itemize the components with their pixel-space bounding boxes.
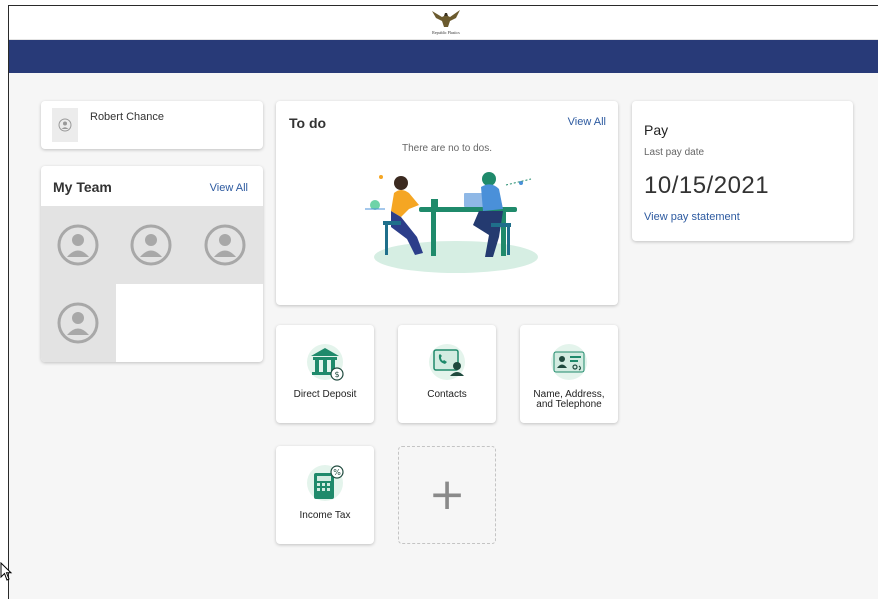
team-member-avatar-icon[interactable] (57, 302, 99, 344)
team-view-all-link[interactable]: View All (210, 182, 248, 194)
todo-card: To do View All There are no to dos. (276, 101, 618, 305)
profile-name: Robert Chance (90, 111, 164, 123)
team-title: My Team (53, 179, 112, 195)
income-tax-tile[interactable]: % Income Tax (276, 446, 374, 544)
last-pay-date-label: Last pay date (644, 147, 705, 158)
tile-label: Direct Deposit (293, 389, 357, 400)
tile-label: Contacts (427, 389, 467, 400)
people-at-table-illustration (365, 172, 538, 273)
name-address-telephone-tile[interactable]: Name, Address, and Telephone (520, 325, 618, 423)
last-pay-date: 10/15/2021 (644, 172, 770, 199)
contacts-tile[interactable]: Contacts (398, 325, 496, 423)
mouse-pointer-icon (0, 562, 13, 581)
todo-title: To do (289, 115, 327, 131)
todo-empty-message: There are no to dos. (401, 143, 493, 154)
pay-card: Pay Last pay date 10/15/2021 View pay st… (632, 101, 853, 241)
svg-text:$: $ (334, 370, 339, 379)
logo-text: Republic Plastics (432, 30, 460, 35)
svg-text:%: % (333, 468, 341, 477)
pay-title: Pay (644, 122, 669, 138)
team-member-avatar-icon[interactable] (57, 224, 99, 266)
team-row (41, 284, 116, 362)
tile-label: Income Tax (299, 510, 351, 521)
bank-dollar-icon: $ (307, 344, 344, 381)
company-logo[interactable]: Republic Plastics (428, 8, 464, 38)
navigation-band (9, 40, 878, 73)
user-avatar-icon (58, 118, 72, 132)
app-window: Republic Plastics Robert Chance My Team … (8, 5, 878, 599)
plus-icon: + (428, 469, 466, 520)
team-member-avatar-icon[interactable] (204, 224, 246, 266)
view-pay-statement-link[interactable]: View pay statement (644, 211, 740, 223)
team-row (41, 206, 263, 284)
tile-label: Name, Address, and Telephone (533, 389, 605, 410)
top-bar: Republic Plastics (9, 6, 878, 40)
direct-deposit-tile[interactable]: $ Direct Deposit (276, 325, 374, 423)
team-member-avatar-icon[interactable] (130, 224, 172, 266)
contacts-phone-icon (429, 344, 465, 380)
my-team-card: My Team View All (41, 166, 263, 362)
avatar (52, 108, 78, 142)
eagle-logo-icon (432, 10, 460, 27)
id-card-icon (551, 344, 587, 380)
calculator-percent-icon: % (307, 465, 344, 501)
todo-view-all-link[interactable]: View All (568, 116, 606, 128)
add-tile-button[interactable]: + (398, 446, 496, 544)
profile-card[interactable]: Robert Chance (41, 101, 263, 149)
